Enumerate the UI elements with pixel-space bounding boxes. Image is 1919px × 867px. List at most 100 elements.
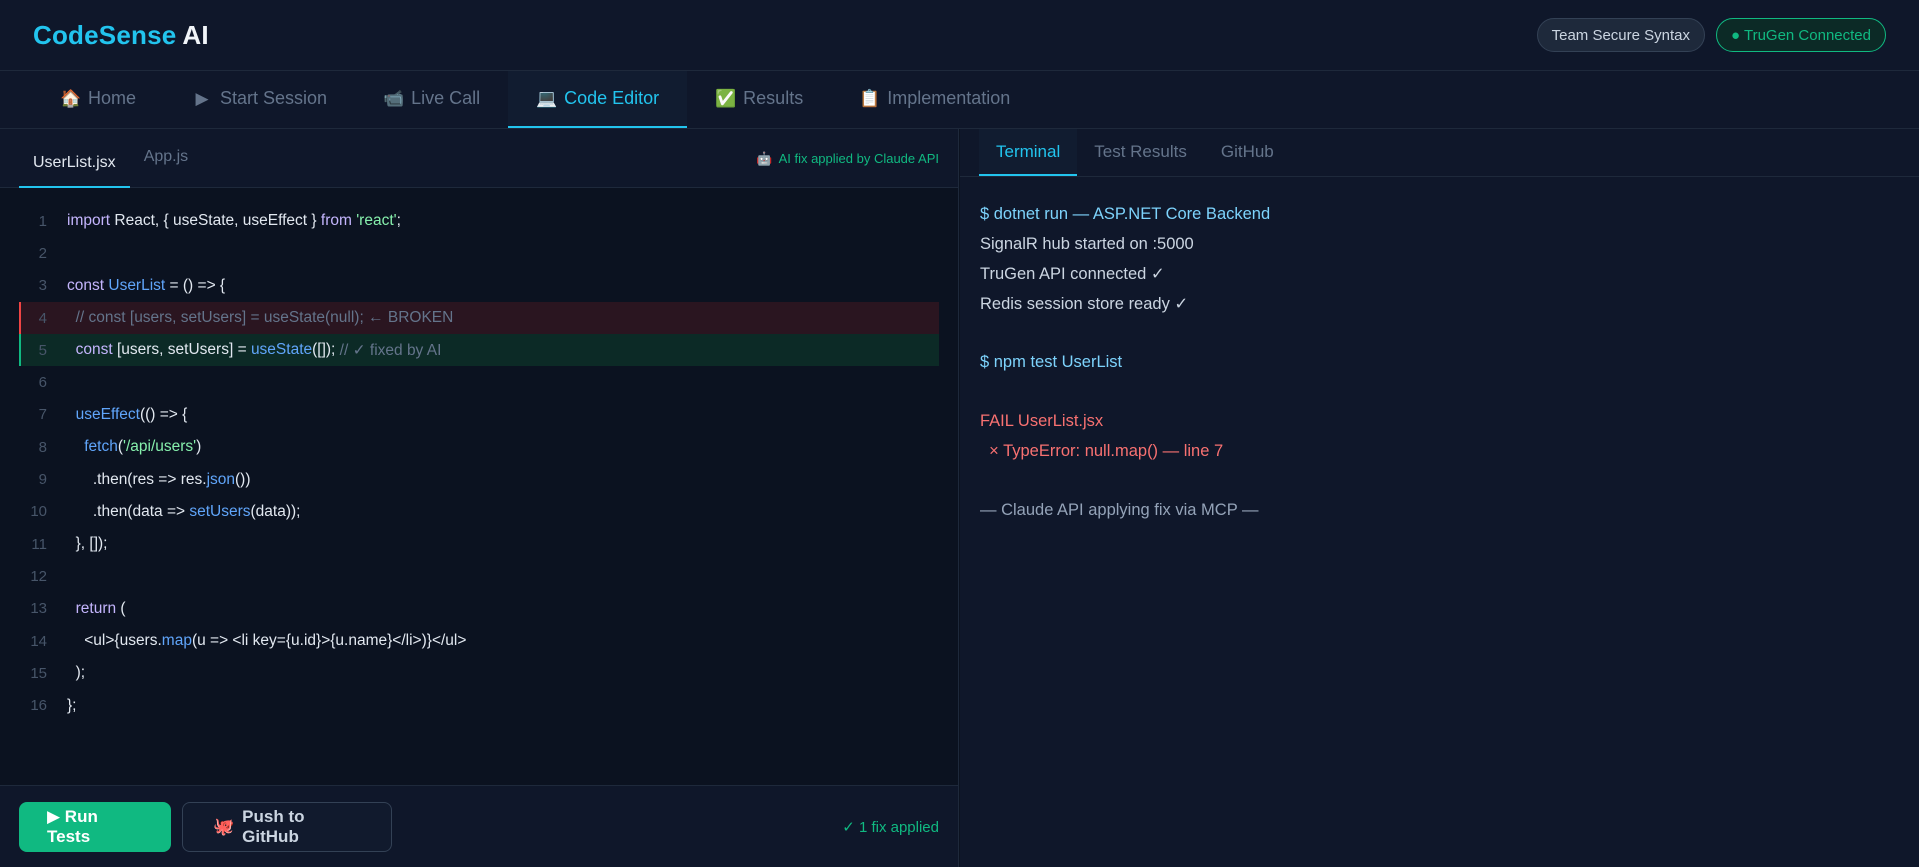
code-token: useEffect [67,405,140,423]
file-tab-userlist[interactable]: UserList.jsx [19,140,130,188]
line-number: 7 [38,406,47,424]
tab-label: Live Call [411,88,481,108]
code-line: 13 return ( [19,593,939,625]
app-header: CodeSense AI Team Secure Syntax ● TruGen … [0,0,1919,71]
line-number: 11 [31,535,47,553]
code-token: ; [396,212,401,230]
code-token: '/api/users' [123,438,197,456]
tab-code-editor[interactable]: 💻 Code Editor [508,71,688,128]
code-token: ); [67,664,86,682]
code-token: <ul>{users. [67,632,162,649]
tab-test-results[interactable]: Test Results [1077,129,1204,176]
code-line: 7 useEffect(() => { [19,399,939,431]
tab-implementation[interactable]: 📋 Implementation [831,71,1038,128]
code-token: const [67,276,105,294]
line-number: 9 [38,471,47,489]
code-line: 2 [19,237,939,269]
terminal-line: FAIL UserList.jsx [980,412,1104,431]
code-token: 'react' [351,212,397,230]
check-box-icon: ✅ [715,88,737,108]
code-token: fetch [67,438,118,456]
code-line: 14 <ul>{users. map (u => <li key={u.id}>{u… [19,625,939,657]
output-panel: Terminal Test Results GitHub $ dotnet ru… [960,129,1919,867]
code-line: 12 [19,560,939,592]
terminal-line: TruGen API connected ✓ [980,264,1165,283]
tab-label: Results [743,88,804,108]
push-to-github-button[interactable]: 🐙 Push to GitHub [182,801,392,852]
tab-live-call[interactable]: 📹 Live Call [355,71,508,128]
code-token: const [67,341,113,359]
code-token: setUsers [189,502,251,520]
code-token: [users, setUsers] = [112,341,251,359]
run-tests-button[interactable]: ▶ Run Tests [19,801,171,852]
code-token: map [161,632,192,649]
brand-name: CodeSense [33,19,177,50]
terminal-line: SignalR hub started on :5000 [980,234,1194,253]
tab-home[interactable]: 🏠 Home [32,71,164,128]
robot-icon: 🤖 [756,150,773,166]
file-tab-app[interactable]: App.js [130,129,202,188]
line-number: 15 [30,664,47,682]
code-token: json [206,470,235,488]
file-tabs: UserList.jsx App.js 🤖 AI fix applied by … [0,129,958,188]
octopus-icon: 🐙 [213,816,235,836]
code-token: // const [users, setUsers] = useState(nu… [67,309,454,327]
clipboard-icon: 📋 [859,88,881,108]
connection-status-badge: ● TruGen Connected [1716,18,1886,52]
tab-start-session[interactable]: ▶ Start Session [164,71,355,128]
code-token: }, []); [67,535,108,553]
tab-label: Start Session [220,88,328,108]
terminal-output[interactable]: $ dotnet run — ASP.NET Core Backend Sign… [960,177,1919,526]
code-line: 3 const UserList = () => { [19,270,939,302]
line-number: 8 [38,438,47,456]
laptop-icon: 💻 [536,88,558,108]
code-editor-panel: UserList.jsx App.js 🤖 AI fix applied by … [0,129,959,867]
tab-label: Code Editor [564,88,660,108]
line-number: 6 [38,374,47,392]
code-token: (() => { [139,405,188,423]
line-number: 12 [30,567,47,585]
ai-fix-note-text: AI fix applied by Claude API [778,151,939,166]
code-line: 16 }; [19,689,939,721]
terminal-line: $ npm test UserList [980,353,1123,372]
line-number: 14 [30,632,47,650]
video-camera-icon: 📹 [383,88,405,108]
line-number: 5 [38,341,47,359]
editor-footer: ▶ Run Tests 🐙 Push to GitHub ✓ 1 fix app… [0,785,958,867]
code-token: ()) [235,470,251,488]
code-line: 6 [19,366,939,398]
code-token: .then(data => [67,502,190,520]
code-line-broken: 4 // const [users, setUsers] = useState(… [19,301,939,335]
code-token: return [67,599,117,617]
code-token: useState [250,341,313,359]
code-line: 11 }, []); [19,528,939,560]
app-logo[interactable]: CodeSense AI [33,20,209,51]
code-token: ( [116,599,126,617]
home-icon: 🏠 [60,88,82,108]
output-tabs: Terminal Test Results GitHub [960,129,1919,177]
main-nav: 🏠 Home ▶ Start Session 📹 Live Call 💻 Cod… [0,71,1919,129]
push-button-label: Push to GitHub [242,806,305,846]
terminal-line: — Claude API applying fix via MCP — [980,501,1259,520]
code-line: 10 .then(data => setUsers (data)); [19,496,939,528]
tab-terminal[interactable]: Terminal [979,129,1078,176]
terminal-line: Redis session store ready ✓ [980,294,1189,313]
code-line: 1 import React, { useState, useEffect } … [19,205,939,237]
code-token: = () => { [165,276,226,294]
code-token: ([]); [312,341,336,359]
terminal-line: $ dotnet run — ASP.NET Core Backend [980,205,1271,224]
tab-github[interactable]: GitHub [1204,129,1291,176]
code-token: }; [67,696,77,714]
terminal-line: × TypeError: null.map() — line 7 [980,442,1224,461]
code-token: // ✓ fixed by AI [335,341,442,359]
code-token: UserList [104,276,166,294]
code-token: import [67,212,111,230]
tab-results[interactable]: ✅ Results [687,71,831,128]
line-number: 2 [38,244,47,262]
tab-label: Home [88,88,137,108]
code-token: (data)); [250,502,301,520]
line-number: 10 [30,503,47,521]
code-area[interactable]: 1 import React, { useState, useEffect } … [0,188,958,722]
code-token: React, { useState, useEffect } [110,212,321,230]
